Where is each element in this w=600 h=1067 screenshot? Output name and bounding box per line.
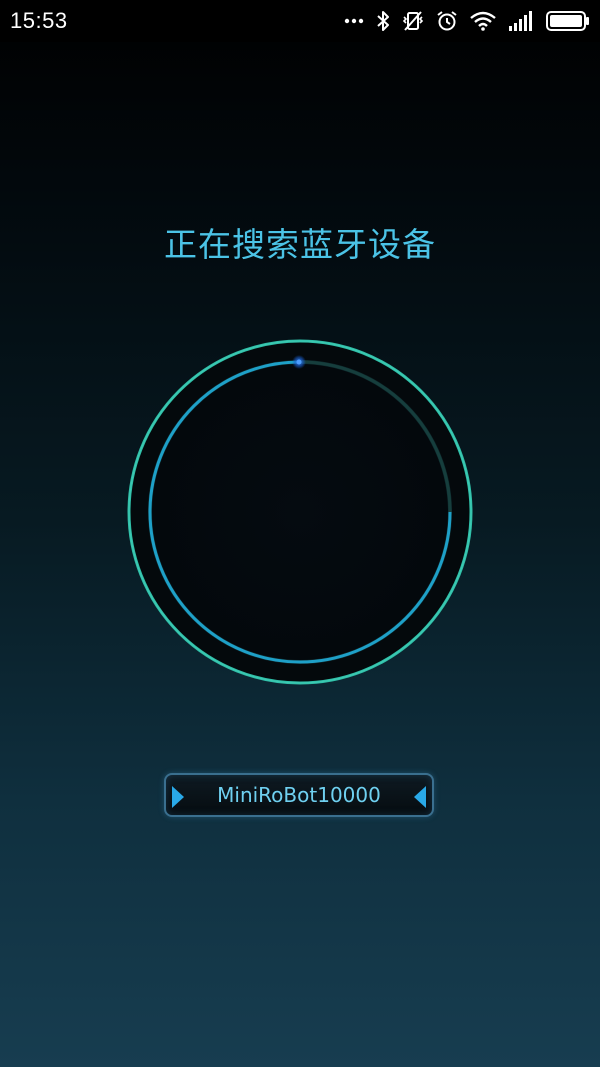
device-name: MiniRoBot10000	[217, 783, 381, 807]
vibrate-icon	[402, 10, 424, 32]
arrow-right-icon[interactable]	[414, 786, 426, 808]
battery-icon	[546, 11, 590, 31]
device-select-button[interactable]: MiniRoBot10000	[164, 773, 434, 817]
status-icons	[344, 8, 590, 34]
status-time: 15:53	[10, 8, 68, 33]
signal-icon	[508, 11, 534, 31]
more-icon	[344, 17, 364, 25]
page-title: 正在搜索蓝牙设备	[164, 225, 436, 264]
status-bar: 15:53	[0, 0, 600, 42]
bluetooth-icon	[376, 10, 390, 32]
scanning-ring-icon	[120, 332, 480, 692]
wifi-icon	[470, 11, 496, 31]
alarm-icon	[436, 10, 458, 32]
